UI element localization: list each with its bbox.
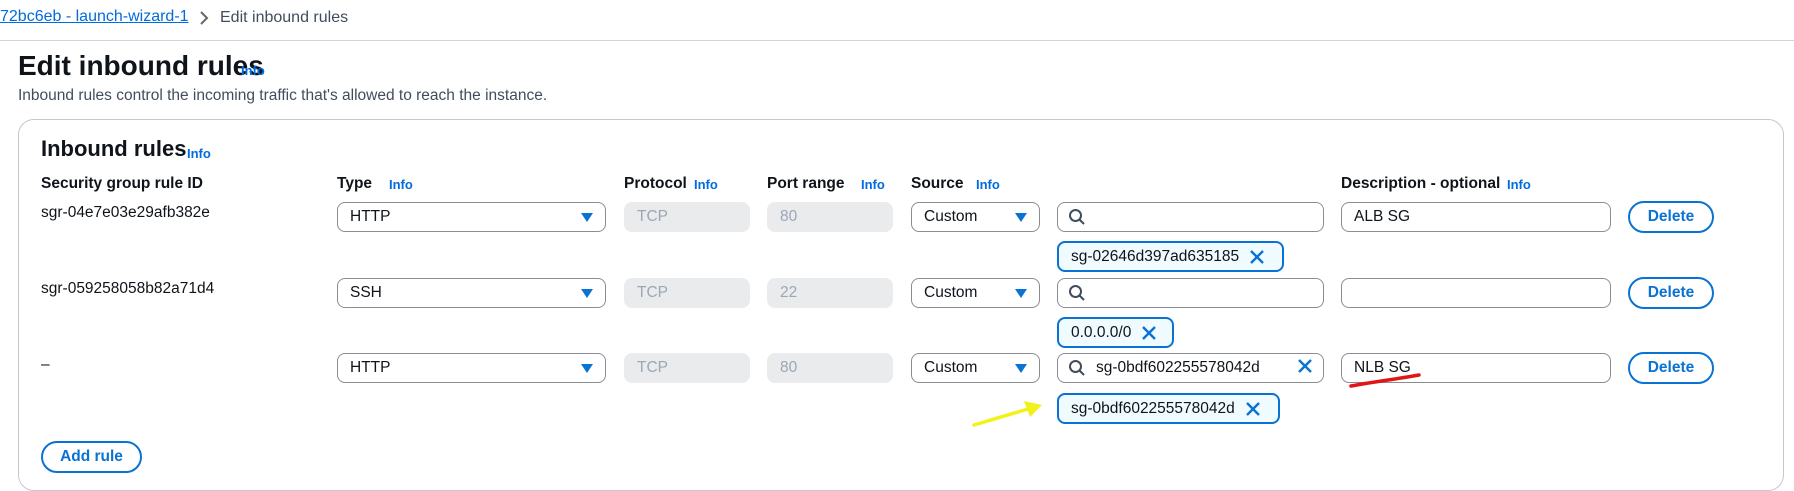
rule-id: sgr-059258058b82a71d4: [41, 280, 215, 297]
column-header-port-range: Port range: [767, 175, 845, 192]
source-type-select[interactable]: Custom: [911, 353, 1040, 383]
caret-down-icon: [581, 288, 593, 298]
source-search-input[interactable]: sg-0bdf602255578042d: [1057, 353, 1324, 383]
source-type-value: Custom: [924, 359, 978, 376]
caret-down-icon: [581, 363, 593, 373]
caret-down-icon: [581, 212, 593, 222]
protocol-field: TCP: [624, 202, 750, 232]
header-divider: [0, 40, 1794, 41]
source-type-select[interactable]: Custom: [911, 278, 1040, 308]
source-type-value: Custom: [924, 208, 978, 225]
source-token: sg-0bdf602255578042d: [1057, 393, 1280, 424]
type-select[interactable]: HTTP: [337, 202, 606, 232]
type-select-value: SSH: [350, 284, 382, 301]
caret-down-icon: [1015, 363, 1027, 373]
breadcrumb-parent-link[interactable]: 72bc6eb - launch-wizard-1: [0, 8, 189, 26]
type-select-value: HTTP: [350, 359, 391, 376]
chevron-right-icon: [200, 11, 209, 25]
protocol-field: TCP: [624, 278, 750, 308]
breadcrumb-current: Edit inbound rules: [220, 9, 349, 26]
clear-search-icon[interactable]: [1297, 358, 1313, 379]
source-info-link[interactable]: Info: [976, 177, 1000, 192]
source-token-label: sg-02646d397ad635185: [1071, 247, 1240, 265]
underline-annotation: [1349, 373, 1421, 388]
port-range-field: 80: [767, 202, 893, 232]
description-input[interactable]: [1341, 278, 1611, 308]
search-icon: [1069, 285, 1085, 301]
column-header-rule-id: Security group rule ID: [41, 175, 203, 192]
close-icon[interactable]: [1249, 249, 1265, 265]
protocol-field: TCP: [624, 353, 750, 383]
caret-down-icon: [1015, 288, 1027, 298]
type-info-link[interactable]: Info: [389, 177, 413, 192]
page-title-info-link[interactable]: Info: [241, 63, 265, 78]
source-type-value: Custom: [924, 284, 978, 301]
panel-title-info-link[interactable]: Info: [187, 146, 211, 161]
source-search-input[interactable]: [1057, 202, 1324, 232]
rule-id: sgr-04e7e03e29afb382e: [41, 204, 210, 221]
source-token: 0.0.0.0/0: [1057, 317, 1174, 348]
source-token: sg-02646d397ad635185: [1057, 241, 1284, 272]
add-rule-button[interactable]: Add rule: [41, 441, 142, 473]
description-input[interactable]: ALB SG: [1341, 202, 1611, 232]
source-token-label: 0.0.0.0/0: [1071, 323, 1132, 341]
arrow-annotation: [972, 401, 1042, 427]
close-icon[interactable]: [1141, 325, 1157, 341]
description-value: ALB SG: [1354, 208, 1410, 225]
delete-button[interactable]: Delete: [1628, 277, 1714, 309]
search-icon: [1069, 360, 1085, 376]
source-token-label: sg-0bdf602255578042d: [1071, 399, 1235, 417]
page-description: Inbound rules control the incoming traff…: [18, 87, 548, 104]
type-select[interactable]: SSH: [337, 278, 606, 308]
column-header-type: Type: [337, 175, 373, 192]
caret-down-icon: [1015, 212, 1027, 222]
column-header-description: Description - optional: [1341, 175, 1501, 192]
panel-title: Inbound rules: [41, 136, 187, 161]
port-range-field: 22: [767, 278, 893, 308]
protocol-info-link[interactable]: Info: [694, 177, 718, 192]
type-select-value: HTTP: [350, 208, 391, 225]
delete-button[interactable]: Delete: [1628, 201, 1714, 233]
page-title: Edit inbound rules: [18, 50, 264, 81]
rule-id: –: [41, 356, 50, 373]
column-header-source: Source: [911, 175, 964, 192]
close-icon[interactable]: [1245, 401, 1261, 417]
type-select[interactable]: HTTP: [337, 353, 606, 383]
port-range-field: 80: [767, 353, 893, 383]
source-type-select[interactable]: Custom: [911, 202, 1040, 232]
column-header-protocol: Protocol: [624, 175, 687, 192]
search-icon: [1069, 209, 1085, 225]
source-search-value: sg-0bdf602255578042d: [1096, 359, 1260, 376]
description-info-link[interactable]: Info: [1507, 177, 1531, 192]
source-search-input[interactable]: [1057, 278, 1324, 308]
port-range-info-link[interactable]: Info: [861, 177, 885, 192]
delete-button[interactable]: Delete: [1628, 352, 1714, 384]
